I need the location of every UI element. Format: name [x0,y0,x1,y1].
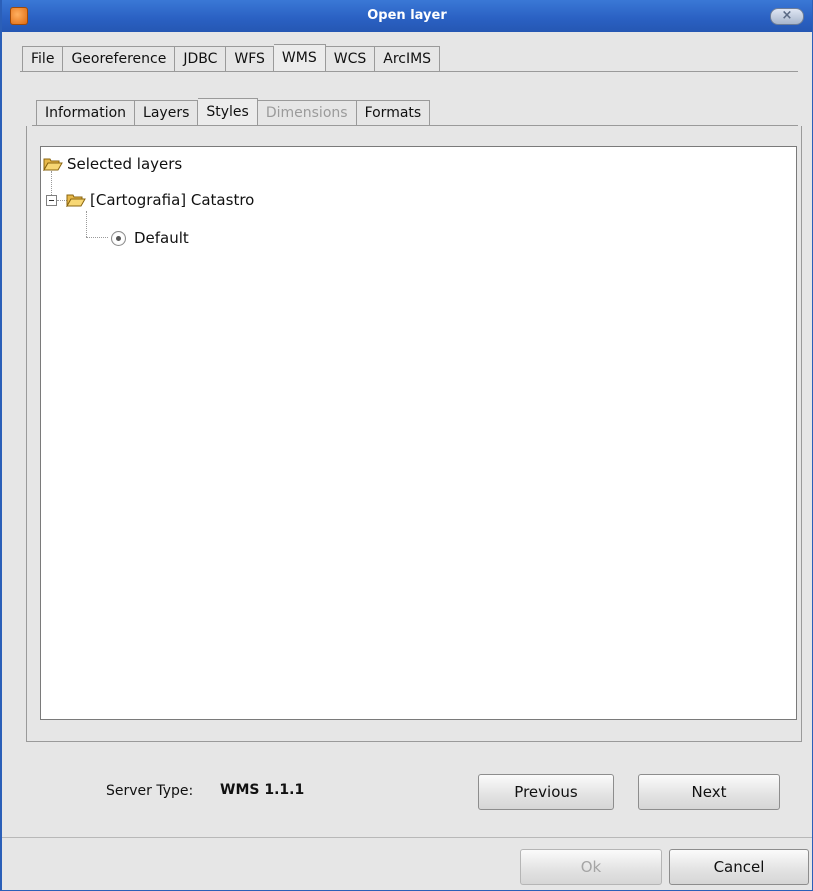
tree-style-label: Default [134,229,189,247]
outer-tab-divider [20,71,798,72]
tab-file[interactable]: File [22,46,64,72]
cancel-button[interactable]: Cancel [669,849,809,885]
tree-root-label: Selected layers [67,155,183,173]
tree-connector [86,237,108,238]
inner-tabbar: Information Layers Styles Dimensions For… [36,98,431,126]
footer-divider [2,837,812,838]
window-title: Open layer [367,8,447,23]
title-bar[interactable]: Open layer × [2,0,812,32]
tree-root[interactable]: Selected layers [43,153,182,175]
styles-tree[interactable]: Selected layers [Cartografia] Catastro D… [40,146,797,720]
tree-connector [86,211,87,237]
tab-formats[interactable]: Formats [356,100,431,126]
folder-open-icon [43,157,63,171]
server-type-label: Server Type: [106,783,194,799]
tab-arcims[interactable]: ArcIMS [375,46,441,72]
open-layer-dialog: Open layer × File Georeference JDBC WFS … [0,0,813,891]
tab-layers[interactable]: Layers [135,100,199,126]
tab-georeference[interactable]: Georeference [63,46,176,72]
server-type-value: WMS 1.1.1 [220,782,305,798]
tab-jdbc[interactable]: JDBC [175,46,227,72]
tree-layer-node[interactable]: [Cartografia] Catastro [66,189,254,211]
tab-information[interactable]: Information [36,100,136,126]
tree-style-node[interactable]: Default [111,227,189,249]
tab-styles[interactable]: Styles [198,98,258,126]
outer-tabbar: File Georeference JDBC WFS WMS WCS ArcIM… [22,44,441,72]
ok-button: Ok [520,849,662,885]
tab-wfs[interactable]: WFS [226,46,274,72]
folder-open-icon [66,193,86,207]
close-icon[interactable]: × [770,8,804,25]
tab-wms[interactable]: WMS [273,44,326,72]
tree-layer-label: [Cartografia] Catastro [90,191,255,209]
radio-selected-icon[interactable] [111,230,126,246]
tab-wcs[interactable]: WCS [325,46,376,72]
tab-dimensions: Dimensions [257,100,357,126]
collapse-icon[interactable] [46,195,57,206]
next-button[interactable]: Next [638,774,780,810]
previous-button[interactable]: Previous [478,774,614,810]
